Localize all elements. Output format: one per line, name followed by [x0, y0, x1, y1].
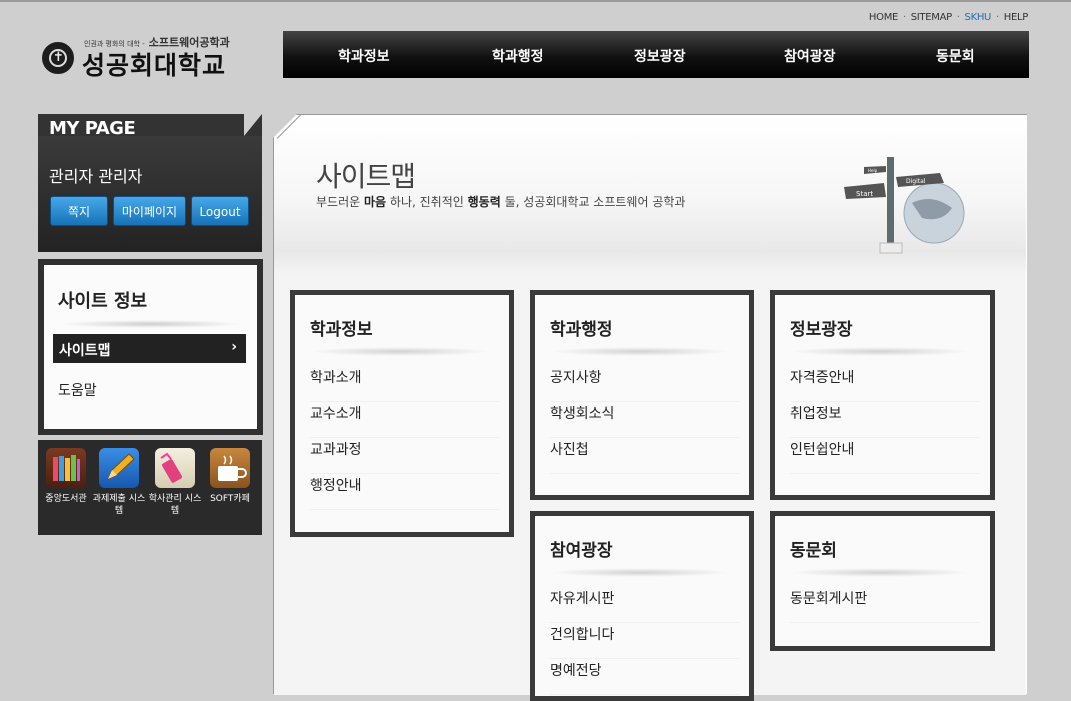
- coffee-cup-icon: [210, 448, 250, 488]
- chevron-right-icon: ›: [231, 339, 237, 355]
- utility-links: HOME · SITEMAP · SKHU · HELP: [868, 12, 1029, 23]
- my-page-button[interactable]: 마이페이지: [113, 196, 186, 226]
- nav-item-dept-admin[interactable]: 학과행정: [492, 46, 544, 66]
- page-subtitle: 부드러운 마음 하나, 진취적인 행동력 둘, 성공회대학교 소프트웨어 공학과: [316, 195, 686, 209]
- category-title: 참여광장: [550, 541, 613, 561]
- sitemap-link[interactable]: 사진첩: [550, 438, 740, 474]
- sitemap-link[interactable]: 취업정보: [790, 402, 980, 438]
- pencil-icon: [99, 448, 139, 488]
- category-box-dept-admin: 학과행정 공지사항 학생회소식 사진첩: [530, 290, 754, 500]
- top-border: [0, 0, 1071, 2]
- category-box-alumni: 동문회 동문회게시판: [770, 511, 995, 651]
- university-emblem-icon: [42, 42, 74, 74]
- logo-name: 성공회대학교: [82, 51, 227, 80]
- sitemap-link[interactable]: 건의합니다: [550, 623, 740, 659]
- sitemap-link[interactable]: 교과과정: [310, 438, 500, 474]
- quick-link-academic[interactable]: 학사관리 시스템: [148, 448, 202, 517]
- sitemap-link[interactable]: 교수소개: [310, 402, 500, 438]
- sitemap-link[interactable]: 자격증안내: [790, 366, 980, 402]
- nav-item-participation[interactable]: 참여광장: [784, 46, 836, 66]
- sitemap-link[interactable]: 학과소개: [310, 366, 500, 402]
- main-navigation: 학과정보 학과행정 정보광장 참여광장 동문회: [283, 31, 1029, 78]
- page-title: 사이트맵: [316, 160, 416, 193]
- category-title: 동문회: [790, 541, 837, 561]
- user-name: 관리자 관리자: [49, 167, 143, 186]
- help-link[interactable]: HELP: [1004, 12, 1029, 23]
- category-box-info-plaza: 정보광장 자격증안내 취업정보 인턴쉽안내: [770, 290, 995, 500]
- category-box-dept-info: 학과정보 학과소개 교수소개 교과과정 행정안내: [290, 290, 514, 537]
- sitemap-link[interactable]: SITEMAP: [911, 12, 952, 23]
- sitemap-link[interactable]: 학생회소식: [550, 402, 740, 438]
- sitemap-header: 사이트맵 부드러운 마음 하나, 진취적인 행동력 둘, 성공회대학교 소프트웨…: [274, 115, 1026, 275]
- category-box-participation: 참여광장 자유게시판 건의합니다 명예전당: [530, 511, 754, 701]
- nav-item-dept-info[interactable]: 학과정보: [338, 46, 390, 66]
- sitemap-menu-item[interactable]: 사이트맵 ›: [53, 334, 246, 363]
- site-info-box: 사이트 정보 사이트맵 › 도움말: [38, 259, 263, 435]
- university-logo[interactable]: 인권과 평화의 대학 -소프트웨어공학과 성공회대학교: [42, 34, 242, 80]
- sitemap-link[interactable]: 동문회게시판: [790, 587, 980, 623]
- home-link[interactable]: HOME: [869, 12, 898, 23]
- skhu-link[interactable]: SKHU: [965, 12, 992, 23]
- site-info-title: 사이트 정보: [58, 291, 148, 312]
- sitemap-menu-label: 사이트맵: [59, 343, 111, 359]
- signpost-globe-icon: Start Digital Help: [844, 157, 965, 254]
- quick-link-library[interactable]: 중앙도서관: [39, 448, 93, 505]
- sign-digital-label: Digital: [906, 178, 926, 185]
- highlighter-icon: [155, 448, 195, 488]
- nav-item-alumni[interactable]: 동문회: [936, 46, 975, 66]
- sitemap-link[interactable]: 공지사항: [550, 366, 740, 402]
- nav-item-info-plaza[interactable]: 정보광장: [634, 46, 686, 66]
- sitemap-link[interactable]: 행정안내: [310, 474, 500, 510]
- note-button[interactable]: 쪽지: [50, 196, 108, 226]
- my-page-box: MY PAGE 관리자 관리자 쪽지 마이페이지 Logout: [38, 114, 262, 252]
- sign-help-label: Help: [868, 168, 878, 173]
- category-title: 정보광장: [790, 320, 853, 340]
- help-menu-item[interactable]: 도움말: [58, 380, 97, 400]
- sitemap-link[interactable]: 명예전당: [550, 659, 740, 695]
- category-title: 학과정보: [310, 320, 373, 340]
- logout-button[interactable]: Logout: [191, 196, 249, 226]
- quick-links: 중앙도서관 과제제출 시스템 학사관리 시스템 SOFT카페: [38, 440, 262, 535]
- category-title: 학과행정: [550, 320, 613, 340]
- quick-link-soft-cafe[interactable]: SOFT카페: [203, 448, 257, 505]
- sign-start-label: Start: [856, 190, 873, 198]
- quick-link-assignment[interactable]: 과제제출 시스템: [92, 448, 146, 517]
- library-books-icon: [46, 448, 86, 488]
- sitemap-link[interactable]: 인턴쉽안내: [790, 438, 980, 474]
- sitemap-link[interactable]: 자유게시판: [550, 587, 740, 623]
- content-panel: 사이트맵 부드러운 마음 하나, 진취적인 행동력 둘, 성공회대학교 소프트웨…: [273, 114, 1027, 701]
